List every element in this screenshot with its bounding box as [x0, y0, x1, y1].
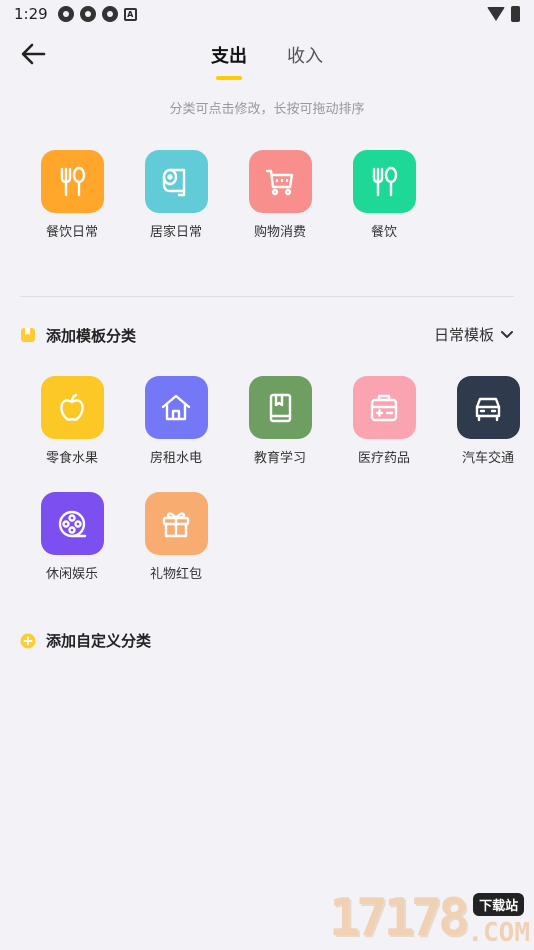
category-label: 礼物红包 [149, 567, 202, 582]
template-selector-label: 日常模板 [433, 326, 494, 344]
tab-income[interactable]: 收入 [287, 42, 323, 68]
status-bar: 1:29 A [0, 0, 534, 28]
hint-text: 分类可点击修改，长按可拖动排序 [169, 102, 365, 117]
current-categories: 餐饮日常 居家日常 购物消费 餐饮 [20, 150, 534, 266]
notification-icon [79, 6, 96, 22]
template-category-item[interactable]: 房租水电 [124, 376, 228, 492]
watermark-right: 下载站 .COM [467, 893, 530, 948]
template-selector[interactable]: 日常模板 [434, 324, 514, 345]
fork-spoon-icon [352, 150, 416, 213]
template-category-item[interactable]: 休闲娱乐 [20, 492, 124, 608]
wifi-icon [487, 7, 505, 21]
category-label: 餐饮日常 [45, 225, 98, 240]
top-nav: 支出 收入 [0, 28, 534, 86]
house-icon [144, 376, 208, 439]
divider [20, 296, 514, 297]
template-category-item[interactable]: 礼物红包 [124, 492, 228, 608]
category-label: 教育学习 [253, 451, 306, 466]
section-title: 添加模板分类 [46, 326, 137, 345]
film-reel-icon [40, 492, 104, 555]
notification-icon [101, 6, 118, 22]
system-icons [487, 6, 520, 22]
apple-icon [40, 376, 104, 439]
site-watermark: 17178 下载站 .COM [329, 888, 530, 948]
category-label: 汽车交通 [461, 451, 514, 466]
notification-icons: A [57, 6, 137, 22]
battery-icon [511, 6, 520, 22]
custom-section-title: 添加自定义分类 [46, 632, 152, 650]
app-badge-icon: A [123, 7, 137, 21]
category-item[interactable]: 餐饮日常 [20, 150, 124, 266]
watermark-tag: 下载站 [473, 893, 525, 916]
template-icon [21, 328, 35, 342]
status-time: 1:29 [14, 5, 48, 23]
chevron-down-icon [501, 330, 513, 338]
category-label: 居家日常 [149, 225, 202, 240]
watermark-domain: .COM [467, 918, 530, 948]
tab-expense[interactable]: 支出 [211, 42, 247, 68]
car-icon [456, 376, 520, 439]
type-tabs: 支出 收入 [0, 42, 534, 68]
template-category-item[interactable]: 教育学习 [228, 376, 332, 492]
watermark-number: 17178 [328, 888, 470, 948]
medical-kit-icon [352, 376, 416, 439]
template-category-item[interactable]: 医疗药品 [332, 376, 436, 492]
category-label: 零食水果 [45, 451, 98, 466]
template-category-item[interactable]: 零食水果 [20, 376, 124, 492]
plus-circle-icon [20, 633, 36, 648]
category-label: 餐饮 [370, 225, 397, 240]
category-label: 休闲娱乐 [45, 567, 98, 582]
toilet-roll-icon [144, 150, 208, 213]
category-label: 房租水电 [149, 451, 202, 466]
add-custom-category-button[interactable]: 添加自定义分类 [20, 630, 151, 651]
template-category-item[interactable]: 汽车交通 [436, 376, 534, 492]
category-label: 购物消费 [253, 225, 306, 240]
book-icon [248, 376, 312, 439]
gift-icon [144, 492, 208, 555]
fork-spoon-icon [40, 150, 104, 213]
category-item[interactable]: 居家日常 [124, 150, 228, 266]
category-label: 医疗药品 [357, 451, 410, 466]
category-item[interactable]: 购物消费 [228, 150, 332, 266]
shopping-cart-icon [248, 150, 312, 213]
category-item[interactable]: 餐饮 [332, 150, 436, 266]
template-categories: 零食水果 房租水电 教育学习 医疗药品 汽车交通 休闲娱乐 礼物红包 [20, 376, 534, 608]
notification-icon [57, 6, 74, 22]
template-section-header: 添加模板分类 日常模板 [20, 322, 514, 348]
